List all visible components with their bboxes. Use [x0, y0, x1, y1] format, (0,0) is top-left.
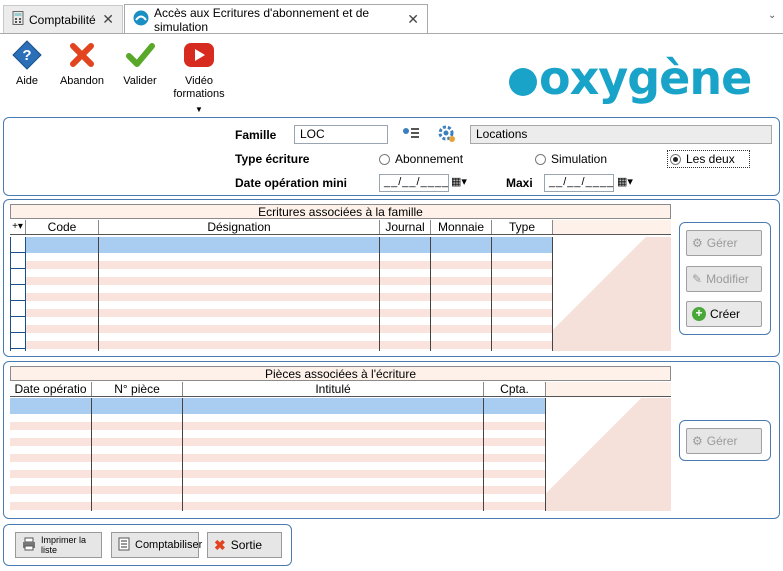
header-filler [553, 220, 671, 234]
close-icon[interactable]: ✕ [407, 11, 419, 28]
radio-simulation[interactable]: Simulation [535, 152, 607, 166]
pencil-icon: ✎ [692, 272, 703, 286]
pieces-grid-title: Pièces associées à l'écriture [10, 366, 671, 381]
abandon-button[interactable]: Abandon [55, 40, 109, 88]
header-filler [546, 382, 671, 396]
comptabiliser-button[interactable]: Comptabiliser [111, 532, 202, 558]
gear-icon: ⚙ [692, 434, 703, 448]
list-icon[interactable] [402, 126, 420, 145]
video-label-2: formations [173, 88, 225, 100]
radio-abonnement[interactable]: Abonnement [379, 152, 463, 166]
row-selectors[interactable] [10, 237, 26, 351]
col-cpta[interactable]: Cpta. [484, 382, 546, 396]
close-icon[interactable]: ✕ [102, 11, 114, 28]
calendar-dropdown-icon[interactable]: ▦▾ [451, 175, 467, 188]
modifier-button[interactable]: ✎ Modifier [686, 266, 762, 292]
maxi-label: Maxi [506, 176, 533, 190]
sortie-button[interactable]: ✖ Sortie [207, 532, 282, 558]
radio-circle [379, 153, 390, 165]
tab-label: Accès aux Ecritures d'abonnement et de s… [154, 5, 370, 34]
ecritures-grid-title: Ecritures associées à la famille [10, 204, 671, 219]
printer-icon [22, 537, 36, 553]
grid-background [553, 237, 671, 351]
calendar-dropdown-icon[interactable]: ▦▾ [617, 175, 633, 188]
add-row-icon[interactable]: +▾ [10, 220, 26, 234]
help-icon: ? [12, 40, 42, 70]
help-button[interactable]: ? Aide [0, 40, 54, 88]
grid-column-lines [26, 237, 553, 351]
col-numero-piece[interactable]: N° pièce [92, 382, 183, 396]
gerer-button[interactable]: ⚙ Gérer [686, 230, 762, 256]
col-intitule[interactable]: Intitulé [183, 382, 484, 396]
gear-icon: ⚙ [692, 236, 703, 250]
col-date-operation[interactable]: Date opératio [10, 382, 92, 396]
add-icon: + [692, 307, 706, 321]
tab-label: Comptabilité [29, 12, 96, 27]
col-monnaie[interactable]: Monnaie [431, 220, 492, 234]
col-code[interactable]: Code [26, 220, 99, 234]
pieces-gerer-button[interactable]: ⚙ Gérer [686, 428, 762, 454]
creer-button[interactable]: + Créer [686, 301, 762, 327]
validate-label: Valider [123, 75, 157, 87]
video-training-button[interactable]: Vidéo formations ▼ [172, 40, 226, 116]
exit-cross-icon: ✖ [214, 536, 226, 553]
radio-circle [535, 153, 546, 165]
cross-icon [70, 43, 94, 67]
settings-gear-icon[interactable] [438, 125, 456, 146]
video-play-icon [184, 43, 214, 67]
col-journal[interactable]: Journal [380, 220, 431, 234]
tab-divider [0, 33, 783, 34]
oxygene-logo: oxygène [509, 51, 752, 105]
grid-background [546, 398, 671, 511]
date-max-input[interactable]: __/__/____ [544, 174, 614, 192]
ecritures-grid-header: +▾ Code Désignation Journal Monnaie Type [10, 220, 671, 235]
grid-column-lines [10, 398, 546, 511]
famille-label: Famille [235, 128, 277, 142]
logo-sun-icon [509, 68, 537, 96]
abandon-label: Abandon [59, 75, 105, 87]
chevron-down-icon[interactable]: ⌄ [768, 10, 776, 21]
print-list-button[interactable]: Imprimer la liste [15, 532, 102, 558]
pieces-grid-body[interactable] [10, 398, 546, 511]
pieces-grid-header: Date opératio N° pièce Intitulé Cpta. [10, 382, 671, 397]
help-label: Aide [15, 75, 39, 87]
svg-text:?: ? [22, 47, 31, 64]
validate-button[interactable]: Valider [113, 40, 167, 88]
oxygene-app-icon [133, 10, 149, 29]
video-label-1: Vidéo [185, 75, 213, 87]
ecritures-grid-body[interactable] [10, 237, 553, 351]
ledger-icon [118, 537, 130, 554]
tab-acces-ecritures[interactable]: Accès aux Ecritures d'abonnement et de s… [124, 4, 428, 34]
dropdown-arrow-icon: ▼ [195, 105, 203, 114]
tab-comptabilite[interactable]: Comptabilité ✕ [3, 5, 123, 33]
radio-les-deux[interactable]: Les deux [667, 150, 750, 168]
type-ecriture-label: Type écriture [235, 152, 310, 166]
date-operation-mini-label: Date opération mini [235, 176, 348, 190]
date-min-input[interactable]: __/__/____ [379, 174, 449, 192]
famille-description: Locations [470, 125, 772, 144]
checkmark-icon [126, 43, 155, 67]
famille-input[interactable]: LOC [294, 125, 388, 144]
col-type[interactable]: Type [492, 220, 553, 234]
calculator-icon [12, 11, 24, 28]
radio-circle-selected [670, 153, 681, 165]
col-designation[interactable]: Désignation [99, 220, 380, 234]
